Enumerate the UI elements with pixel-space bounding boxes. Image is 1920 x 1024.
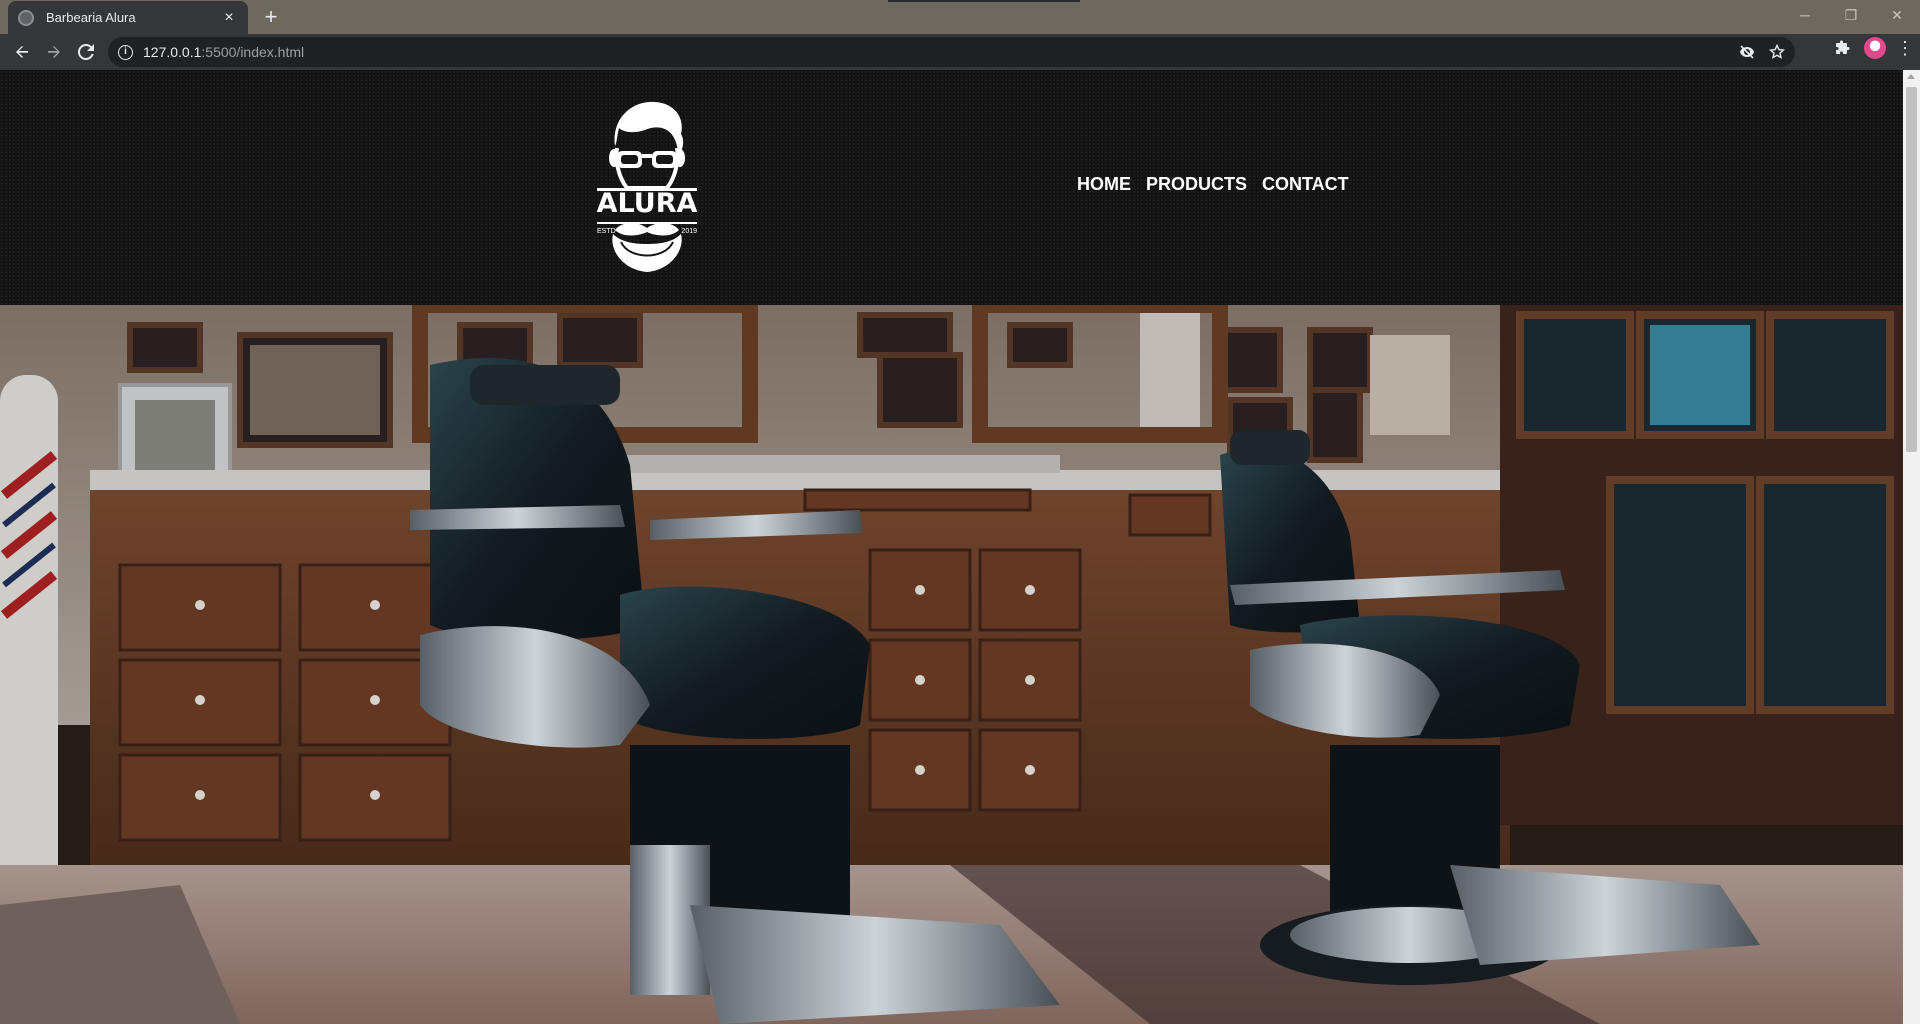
- scroll-up-icon[interactable]: [1907, 74, 1915, 79]
- alura-logo[interactable]: ALURA ESTD 2019: [593, 98, 701, 274]
- page-viewport: ALURA ESTD 2019 HOME PRODUCTS CONTACT: [0, 70, 1903, 1024]
- new-tab-button[interactable]: +: [258, 4, 284, 30]
- barbershop-interior-image: [0, 305, 1903, 1024]
- close-window-button[interactable]: ✕: [1874, 0, 1920, 30]
- forward-button[interactable]: [38, 36, 70, 68]
- nav-products-link[interactable]: PRODUCTS: [1146, 174, 1247, 195]
- extensions-area: ⋮: [1832, 37, 1914, 59]
- tab-strip-divider: [888, 0, 1080, 2]
- profile-avatar[interactable]: [1864, 37, 1886, 59]
- restore-button[interactable]: ❐: [1828, 0, 1874, 30]
- star-icon[interactable]: [1769, 44, 1785, 60]
- puzzle-icon[interactable]: [1832, 40, 1854, 56]
- url-host: 127.0.0.1: [143, 44, 202, 60]
- browser-tab[interactable]: Barbearia Alura ×: [8, 1, 248, 34]
- logo-wordmark: ALURA: [596, 188, 698, 219]
- reload-button[interactable]: [70, 36, 102, 68]
- scrollbar-thumb[interactable]: [1906, 87, 1917, 452]
- browser-toolbar: i 127.0.0.1:5500/index.html ⋮: [0, 34, 1920, 70]
- browser-tab-strip: Barbearia Alura × + ─ ❐ ✕: [0, 0, 1920, 34]
- logo-year: 2019: [681, 228, 697, 235]
- main-nav: HOME PRODUCTS CONTACT: [1077, 174, 1349, 195]
- tab-close-icon[interactable]: ×: [220, 9, 238, 27]
- arrow-right-icon: [48, 46, 60, 58]
- nav-contact-link[interactable]: CONTACT: [1262, 174, 1349, 195]
- url-path: :5500/index.html: [201, 44, 305, 60]
- window-controls: ─ ❐ ✕: [1782, 0, 1920, 30]
- address-bar[interactable]: i 127.0.0.1:5500/index.html: [108, 37, 1795, 67]
- logo-estd: ESTD: [597, 228, 616, 235]
- browser-menu-icon[interactable]: ⋮: [1896, 38, 1914, 59]
- minimize-button[interactable]: ─: [1782, 0, 1828, 30]
- hero-banner: [0, 305, 1903, 1024]
- info-icon[interactable]: i: [118, 44, 133, 60]
- bearded-man-logo-icon: [597, 101, 697, 272]
- nav-home-link[interactable]: HOME: [1077, 174, 1131, 195]
- globe-icon: [18, 9, 34, 26]
- tab-title: Barbearia Alura: [46, 10, 136, 25]
- eye-off-icon[interactable]: [1739, 44, 1755, 60]
- back-button[interactable]: [6, 36, 38, 68]
- arrow-left-icon: [16, 46, 28, 58]
- page-scrollbar[interactable]: [1903, 70, 1920, 1024]
- site-header: ALURA ESTD 2019 HOME PRODUCTS CONTACT: [0, 70, 1903, 305]
- reload-icon: [78, 44, 94, 60]
